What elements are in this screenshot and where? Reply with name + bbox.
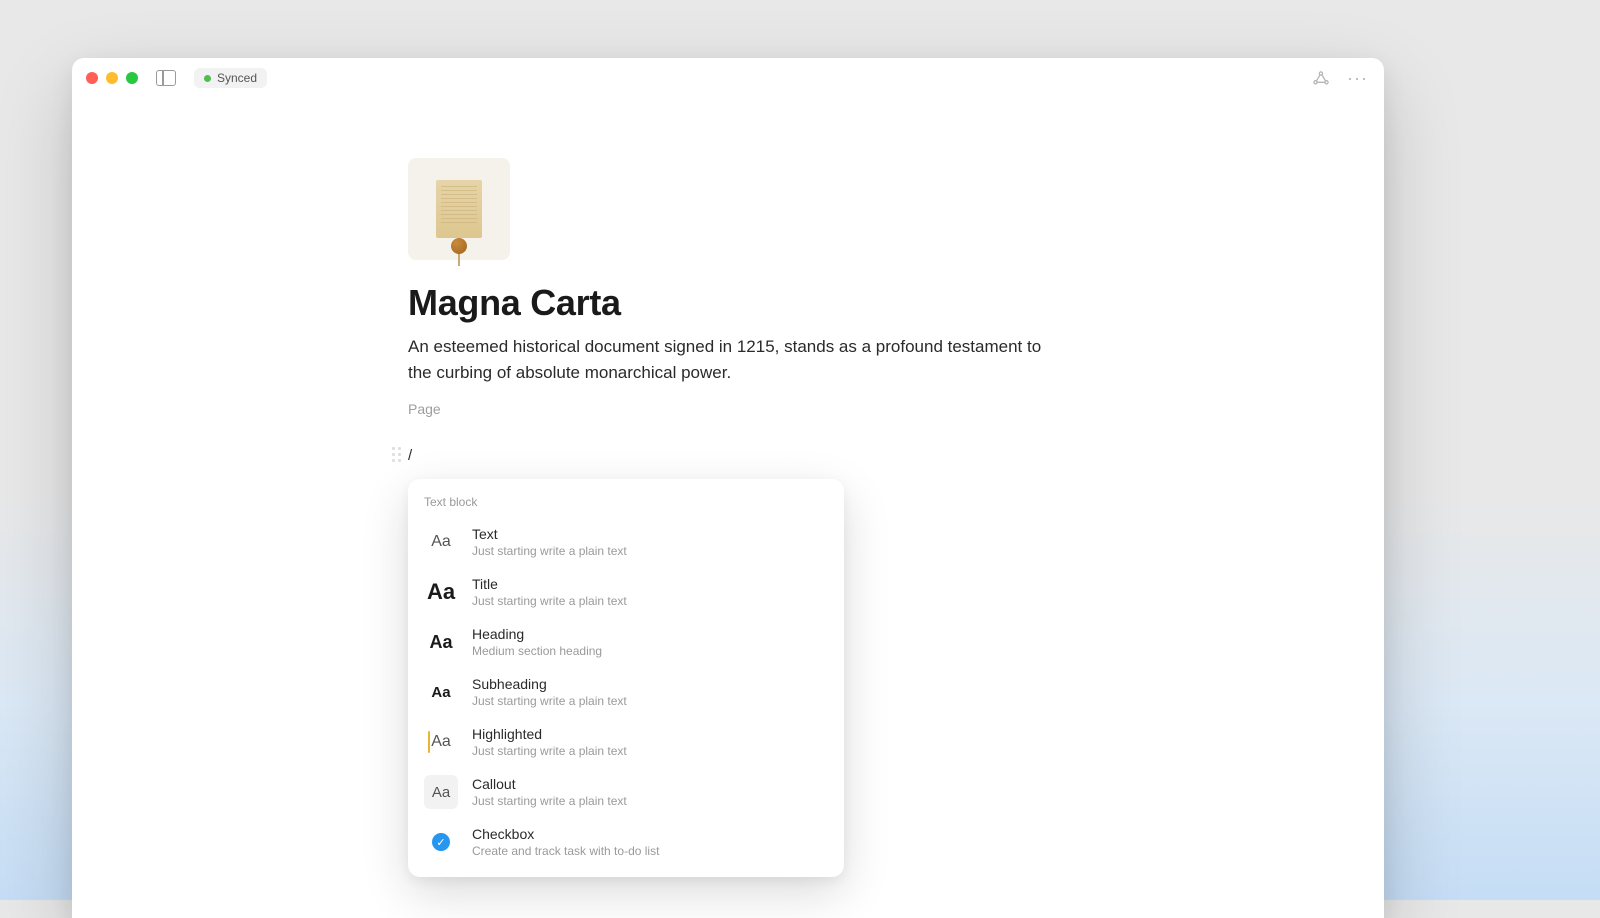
more-options-button[interactable]: ···	[1347, 69, 1368, 87]
titlebar-right: ···	[1313, 69, 1372, 87]
menu-item-text: Checkbox Create and track task with to-do…	[472, 826, 659, 858]
graph-view-button[interactable]	[1313, 71, 1329, 85]
titlebar-left: Synced	[84, 68, 267, 88]
page-icon[interactable]	[408, 158, 510, 260]
app-window: Synced ···	[72, 58, 1384, 918]
window-close-button[interactable]	[86, 72, 98, 84]
menu-item-subheading[interactable]: Aa Subheading Just starting write a plain …	[408, 667, 844, 717]
traffic-lights	[86, 72, 138, 84]
menu-item-desc: Create and track task with to-do list	[472, 844, 659, 858]
check-circle-icon: ✓	[432, 833, 450, 851]
menu-item-name: Checkbox	[472, 826, 659, 842]
sync-status-label: Synced	[217, 71, 257, 85]
menu-item-title[interactable]: Aa Title Just starting write a plain text	[408, 567, 844, 617]
window-minimize-button[interactable]	[106, 72, 118, 84]
sync-status-badge[interactable]: Synced	[194, 68, 267, 88]
menu-item-text: Callout Just starting write a plain text	[472, 776, 627, 808]
slash-command-menu: Text block Aa Text Just starting write a p…	[408, 479, 844, 877]
menu-item-name: Highlighted	[472, 726, 627, 742]
slash-command-text: /	[408, 447, 412, 464]
menu-item-highlighted[interactable]: Aa Highlighted Just starting write a plain…	[408, 717, 844, 767]
menu-item-name: Callout	[472, 776, 627, 792]
sync-status-dot-icon	[204, 75, 211, 82]
page-subtitle[interactable]: An esteemed historical document signed i…	[408, 334, 1048, 385]
menu-item-heading[interactable]: Aa Heading Medium section heading	[408, 617, 844, 667]
menu-item-desc: Just starting write a plain text	[472, 794, 627, 808]
menu-item-desc: Just starting write a plain text	[472, 544, 627, 558]
checkbox-icon: ✓	[424, 825, 458, 859]
menu-item-desc: Medium section heading	[472, 644, 602, 658]
content-inner: Magna Carta An esteemed historical docum…	[408, 158, 1048, 464]
drag-handle-icon[interactable]	[392, 447, 402, 465]
page-type-label: Page	[408, 401, 1048, 417]
menu-item-text: Text Just starting write a plain text	[472, 526, 627, 558]
window-zoom-button[interactable]	[126, 72, 138, 84]
highlighted-icon: Aa	[424, 725, 458, 759]
menu-item-text: Highlighted Just starting write a plain t…	[472, 726, 627, 758]
menu-bottom-fade	[408, 867, 844, 877]
menu-item-name: Subheading	[472, 676, 627, 692]
menu-item-name: Title	[472, 576, 627, 592]
menu-item-desc: Just starting write a plain text	[472, 744, 627, 758]
menu-item-text: Heading Medium section heading	[472, 626, 602, 658]
wax-seal-icon	[451, 238, 467, 254]
editor-line[interactable]: / Text block AaTextJust starting write a…	[408, 447, 1048, 464]
page-title[interactable]: Magna Carta	[408, 282, 1048, 324]
sidebar-toggle-button[interactable]	[156, 70, 176, 86]
title-icon: Aa	[424, 575, 458, 609]
heading-icon: Aa	[424, 625, 458, 659]
subheading-icon: Aa	[424, 675, 458, 709]
menu-item-callout[interactable]: Aa Callout Just starting write a plain tex…	[408, 767, 844, 817]
menu-item-name: Text	[472, 526, 627, 542]
menu-item-checkbox[interactable]: ✓ Checkbox Create and track task with to-d…	[408, 817, 844, 867]
content-area: Magna Carta An esteemed historical docum…	[72, 98, 1384, 464]
graph-triangle-icon	[1313, 71, 1329, 85]
menu-section-label: Text block	[408, 495, 844, 517]
callout-icon: Aa	[424, 775, 458, 809]
parchment-icon	[436, 180, 482, 238]
menu-item-text: Title Just starting write a plain text	[472, 576, 627, 608]
menu-item-text: Subheading Just starting write a plain te…	[472, 676, 627, 708]
text-icon: Aa	[424, 525, 458, 559]
menu-item-desc: Just starting write a plain text	[472, 594, 627, 608]
menu-list: AaTextJust starting write a plain textAa…	[408, 517, 844, 867]
menu-item-name: Heading	[472, 626, 602, 642]
menu-item-desc: Just starting write a plain text	[472, 694, 627, 708]
menu-item-text[interactable]: Aa Text Just starting write a plain text	[408, 517, 844, 567]
titlebar: Synced ···	[72, 58, 1384, 98]
